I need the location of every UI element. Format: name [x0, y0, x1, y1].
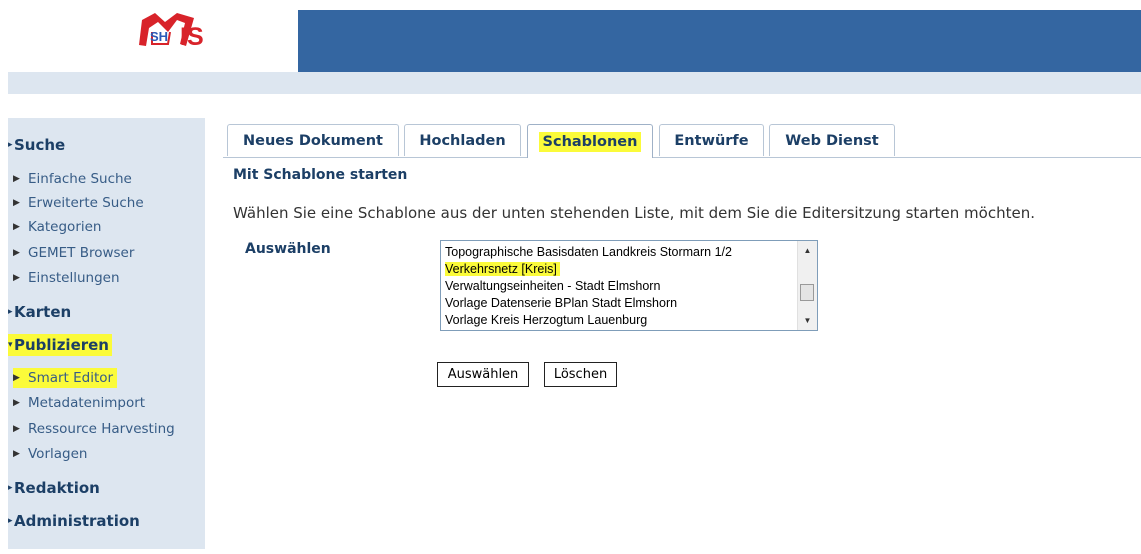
list-item[interactable]: Verkehrsnetz [Kreis] — [441, 261, 796, 278]
list-item[interactable]: Vorlage Kreis Herzogtum Lauenburg — [441, 312, 796, 329]
triangle-right-icon: ▶ — [13, 424, 20, 434]
scroll-down-icon[interactable]: ▼ — [798, 313, 817, 328]
triangle-right-icon: ▶ — [13, 222, 20, 232]
sidebar-section-redaktion[interactable]: ▸ Redaktion — [8, 477, 103, 499]
select-button[interactable]: Auswählen — [437, 362, 529, 387]
scroll-up-icon[interactable]: ▲ — [798, 243, 817, 258]
sidebar-item-einstellungen[interactable]: ▶ Einstellungen — [13, 268, 124, 288]
sidebar-section-suche[interactable]: ▸ Suche — [8, 134, 68, 156]
sidebar-section-publizieren[interactable]: ▾ Publizieren — [8, 334, 112, 356]
triangle-right-icon: ▶ — [13, 449, 20, 459]
sidebar-item-ressource-harvesting[interactable]: ▶ Ressource Harvesting — [13, 419, 179, 439]
triangle-right-icon: ▶ — [13, 198, 20, 208]
page-title: Mit Schablone starten — [233, 167, 408, 183]
listbox-scrollbar[interactable]: ▲ ▼ — [797, 241, 817, 330]
triangle-right-icon: ▶ — [13, 273, 20, 283]
svg-text:SH: SH — [150, 29, 168, 44]
sidebar-item-smart-editor[interactable]: ▶ Smart Editor — [13, 368, 118, 388]
tab-web-dienst[interactable]: Web Dienst — [769, 124, 895, 156]
sidebar-nav: ▸ Suche ▶ Einfache Suche ▶ Erweiterte Suche… — [8, 118, 205, 549]
sidebar-item-einfache-suche[interactable]: ▶ Einfache Suche — [13, 169, 136, 189]
triangle-right-icon: ▶ — [13, 248, 20, 258]
sidebar-item-erweiterte-suche[interactable]: ▶ Erweiterte Suche — [13, 193, 148, 213]
sidebar-section-administration[interactable]: ▸ Administration — [8, 510, 143, 532]
triangle-right-icon: ▶ — [13, 398, 20, 408]
sub-header-bar — [8, 72, 1141, 94]
sidebar-item-metadatenimport[interactable]: ▶ Metadatenimport — [13, 393, 149, 413]
shmis-logo-icon: SH IS — [139, 13, 204, 51]
tab-neues-dokument[interactable]: Neues Dokument — [227, 124, 399, 156]
template-listbox[interactable]: Topographische Basisdaten Landkreis Stor… — [440, 240, 818, 331]
sidebar-section-karten[interactable]: ▸ Karten — [8, 301, 74, 323]
logo[interactable]: SH IS — [8, 10, 298, 72]
tab-bar: Neues Dokument Hochladen Schablonen Entw… — [223, 124, 1141, 158]
clear-button[interactable]: Löschen — [544, 362, 617, 387]
list-item[interactable]: Verwaltungseinheiten - Stadt Elmshorn — [441, 278, 796, 295]
list-item[interactable]: Topographische Basisdaten Landkreis Stor… — [441, 244, 796, 261]
sidebar-item-kategorien[interactable]: ▶ Kategorien — [13, 217, 105, 237]
intro-text: Wählen Sie eine Schablone aus der unten … — [233, 204, 1035, 222]
triangle-right-icon: ▶ — [13, 373, 20, 383]
select-label: Auswählen — [245, 241, 331, 257]
list-item[interactable]: Vorlage Datenserie BPlan Stadt Elmshorn — [441, 295, 796, 312]
template-list: Topographische Basisdaten Landkreis Stor… — [441, 244, 796, 329]
tab-entwuerfe[interactable]: Entwürfe — [659, 124, 764, 156]
tab-schablonen[interactable]: Schablonen — [527, 124, 653, 158]
triangle-right-icon: ▶ — [13, 174, 20, 184]
svg-text:IS: IS — [180, 23, 204, 51]
header-bar: SH IS — [8, 10, 1141, 72]
sidebar-item-vorlagen[interactable]: ▶ Vorlagen — [13, 444, 91, 464]
scrollbar-thumb[interactable] — [800, 284, 814, 301]
sidebar-item-gemet-browser[interactable]: ▶ GEMET Browser — [13, 243, 138, 263]
tab-hochladen[interactable]: Hochladen — [404, 124, 521, 156]
